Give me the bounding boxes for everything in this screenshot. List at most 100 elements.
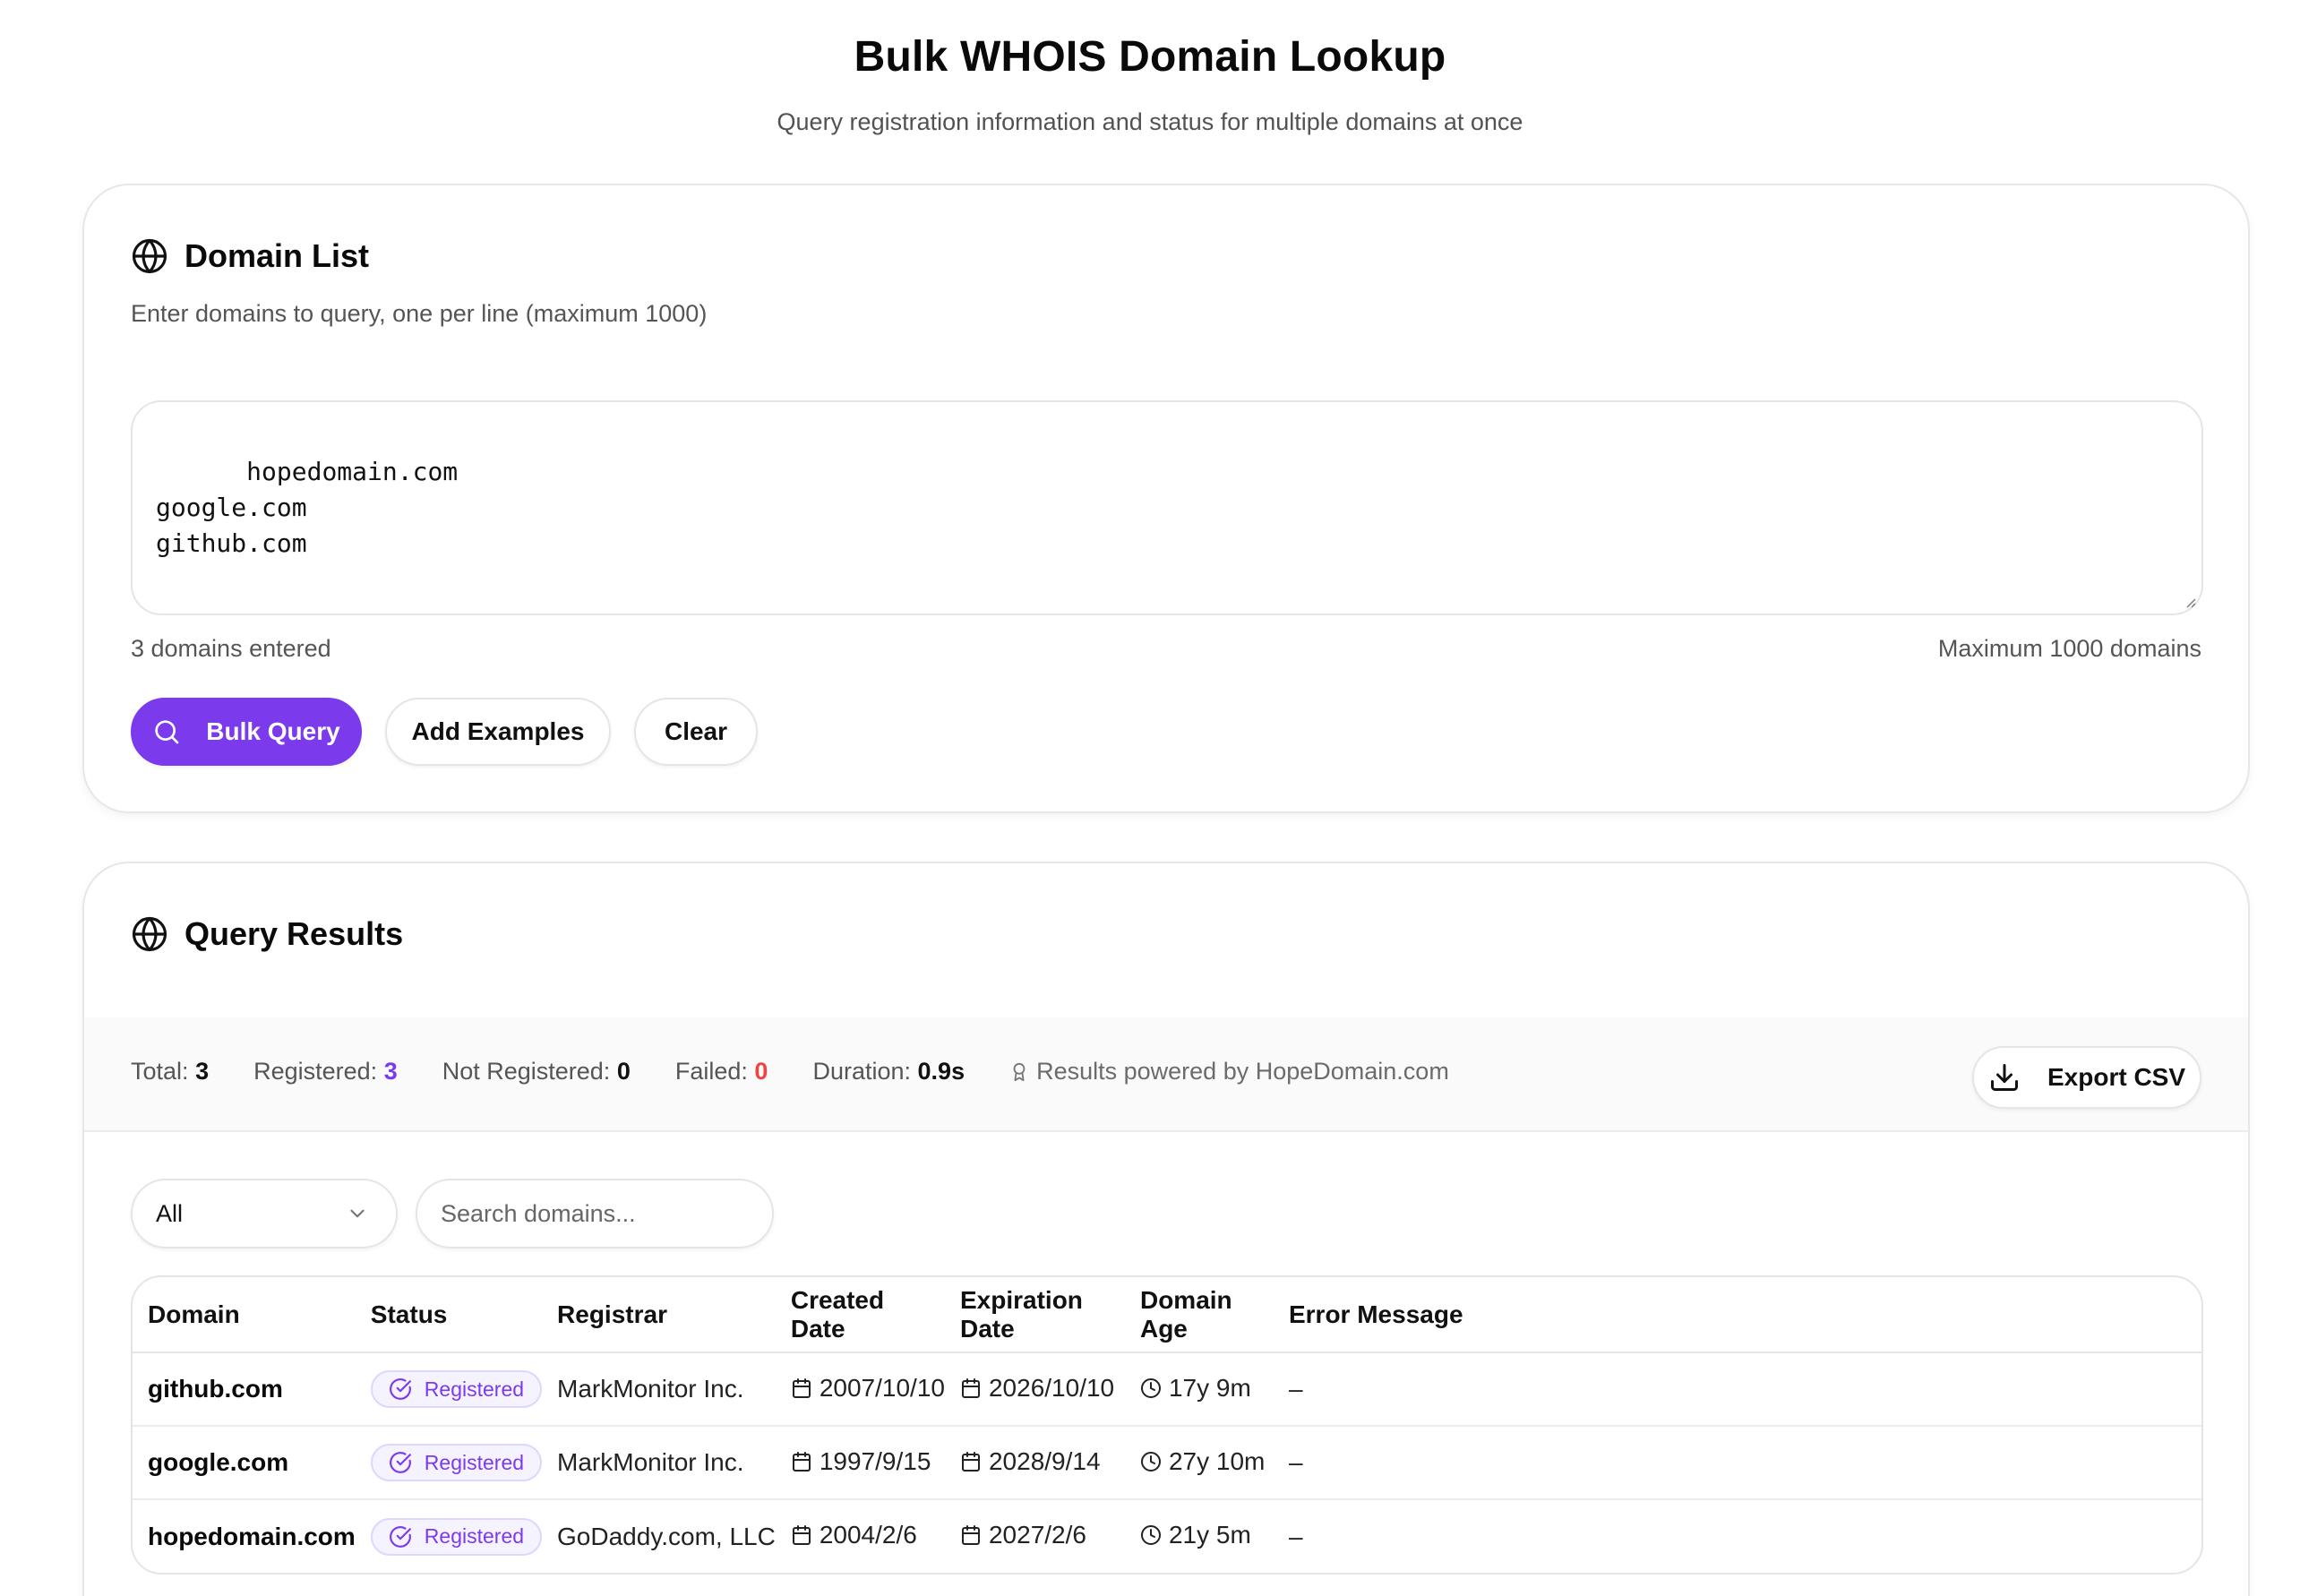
status-badge: Registered [370,1444,543,1481]
created-date: 2007/10/10 [819,1373,945,1402]
column-header[interactable]: Expiration Date [944,1277,1125,1353]
registrar-cell: GoDaddy.com, LLC [542,1499,776,1573]
check-circle-icon [389,1525,411,1548]
domain-max: Maximum 1000 domains [1937,635,2201,662]
clear-button[interactable]: Clear [634,698,758,766]
expiration-date: 2026/10/10 [988,1373,1115,1402]
filter-row: All Search domains... [131,1179,774,1248]
clock-icon [1140,1525,1161,1545]
status-badge: Registered [370,1370,543,1408]
check-circle-icon [389,1452,411,1473]
domain-cell: github.com [133,1352,356,1427]
column-header[interactable]: Status [355,1277,543,1353]
powered-by-text: Results powered by HopeDomain.com [1036,1058,1449,1085]
action-buttons: Bulk Query Add Examples Clear [131,698,758,766]
stats-summary: Total: 3 Registered: 3 Not Registered: 0… [131,1058,1494,1085]
table-row[interactable]: github.com Registered MarkMonitor Inc. 2… [133,1352,2201,1427]
expiration-date-cell: 2027/2/6 [945,1499,1125,1573]
domain-name: hopedomain.com [148,1522,356,1550]
clock-icon [1140,1451,1161,1472]
query-results-title: Query Results [185,915,404,952]
domain-age: 17y 9m [1168,1373,1251,1402]
search-icon [155,720,179,744]
domain-age-cell: 27y 10m [1124,1426,1274,1500]
domain-cell: hopedomain.com [133,1499,356,1573]
calendar-icon [792,1451,811,1472]
expiration-date: 2028/9/14 [988,1446,1101,1475]
status-filter-select[interactable]: All [131,1179,398,1248]
export-csv-button[interactable]: Export CSV [1972,1046,2201,1109]
table-row[interactable]: hopedomain.com Registered GoDaddy.com, L… [133,1499,2201,1573]
calendar-icon [792,1525,811,1545]
bulk-query-label: Bulk Query [206,717,340,745]
status-filter-value: All [156,1199,184,1227]
domain-list-card: Domain List Enter domains to query, one … [82,184,2250,813]
expiration-date-cell: 2026/10/10 [944,1352,1125,1427]
status-badge: Registered [370,1517,543,1556]
column-header[interactable]: Created Date [775,1277,945,1353]
registrar-cell: MarkMonitor Inc. [542,1352,776,1427]
results-table: Domain Status Registrar Created Date Exp… [131,1275,2203,1575]
status-text: Registered [424,1450,525,1474]
stat-registered: Registered: 3 [253,1058,398,1085]
registrar-cell: MarkMonitor Inc. [542,1426,776,1500]
search-input[interactable]: Search domains... [416,1179,774,1248]
stat-duration-value: 0.9s [917,1058,965,1085]
expiration-date: 2027/2/6 [988,1521,1086,1549]
table-header-row: Domain Status Registrar Created Date Exp… [133,1277,2201,1353]
stat-failed: Failed: 0 [675,1058,768,1085]
page-subtitle: Query registration information and statu… [777,108,1523,135]
domain-cell: google.com [133,1426,356,1500]
table-row[interactable]: google.com Registered MarkMonitor Inc. 1… [133,1426,2201,1500]
search-placeholder: Search domains... [441,1199,636,1227]
calendar-icon [961,1451,980,1472]
check-circle-icon [389,1378,411,1400]
status-cell: Registered [355,1352,543,1427]
domain-name: github.com [148,1375,283,1403]
stat-registered-label: Registered: [253,1058,378,1085]
domain-age-cell: 21y 5m [1125,1499,1274,1573]
globe-icon [131,237,168,275]
resize-grip-icon[interactable] [2182,594,2196,608]
registrar-name: MarkMonitor Inc. [557,1448,744,1476]
status-cell: Registered [356,1499,543,1573]
expiration-date-cell: 2028/9/14 [944,1426,1125,1500]
column-header[interactable]: Registrar [542,1277,776,1353]
stat-failed-label: Failed: [674,1058,748,1085]
calendar-icon [961,1525,980,1545]
stat-duration-label: Duration: [812,1058,912,1085]
error-message: – [1288,1375,1303,1403]
add-examples-button[interactable]: Add Examples [385,698,611,766]
chevron-down-icon [350,1209,365,1218]
column-header[interactable]: Error Message [1273,1277,2201,1353]
stat-not-registered: Not Registered: 0 [442,1058,631,1085]
query-results-card: Query Results Total: 3 Registered: 3 Not… [82,862,2250,1596]
stat-failed-value: 0 [754,1058,768,1085]
column-header[interactable]: Domain [133,1277,356,1353]
award-icon [1013,1062,1026,1081]
stat-total-label: Total: [131,1058,189,1085]
created-date-cell: 2007/10/10 [775,1352,945,1427]
globe-icon [131,915,168,953]
registrar-name: MarkMonitor Inc. [557,1375,744,1403]
error-message-cell: – [1273,1426,2201,1500]
domain-age: 21y 5m [1168,1521,1251,1549]
error-message: – [1288,1448,1303,1476]
page-header: Bulk WHOIS Domain Lookup Query registrat… [0,0,2300,136]
calendar-icon [961,1377,980,1398]
created-date: 1997/9/15 [819,1446,931,1475]
domain-name: google.com [148,1448,289,1476]
domain-list-header: Domain List [131,237,369,275]
error-message-cell: – [1273,1352,2201,1427]
download-icon [1990,1064,2018,1091]
bulk-query-button[interactable]: Bulk Query [131,698,362,766]
query-results-header: Query Results [131,915,403,953]
domain-age-cell: 17y 9m [1124,1352,1274,1427]
powered-by: Results powered by HopeDomain.com [1009,1058,1449,1085]
error-message: – [1288,1522,1303,1550]
created-date: 2004/2/6 [819,1521,917,1549]
column-header[interactable]: Domain Age [1124,1277,1274,1353]
domain-textarea[interactable]: hopedomain.com google.com github.com [131,400,2203,615]
page-title: Bulk WHOIS Domain Lookup [854,33,1446,81]
stat-registered-value: 3 [383,1058,398,1085]
